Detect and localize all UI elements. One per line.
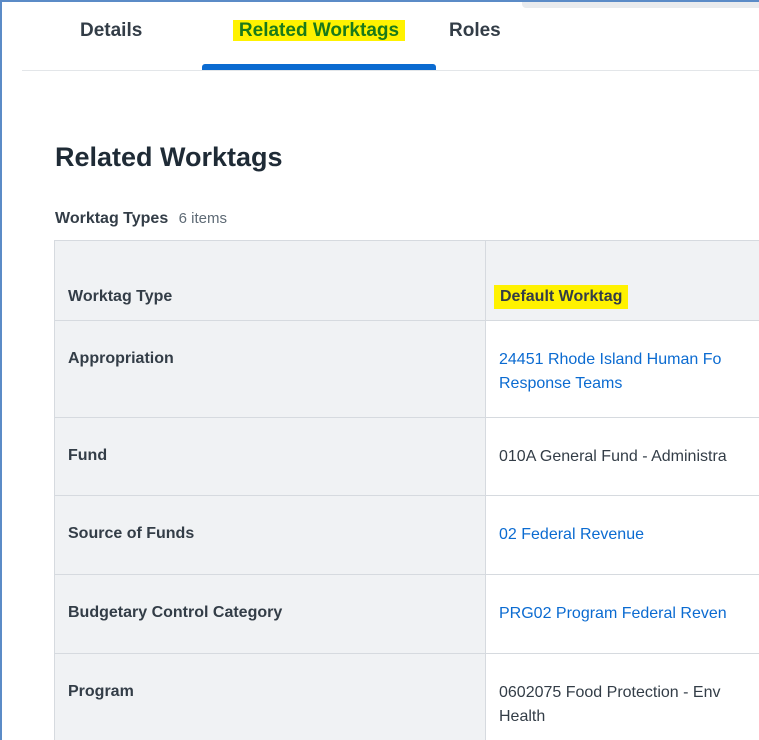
table-header-row: Worktag Type Default Worktag <box>55 241 759 321</box>
row-value-cell: PRG02 Program Federal Reven <box>486 575 759 653</box>
tab-related-worktags[interactable]: Related Worktags <box>202 20 436 42</box>
row-type-cell: Fund <box>55 418 486 495</box>
row-type-cell: Budgetary Control Category <box>55 575 486 653</box>
worktag-value-line: 0602075 Food Protection - Env <box>499 684 721 701</box>
worktag-link[interactable]: 24451 Rhode Island Human Fo Response Tea… <box>499 348 721 396</box>
row-type-label: Fund <box>68 447 108 464</box>
row-type-label: Appropriation <box>68 350 174 367</box>
worktag-value: 010A General Fund - Administra <box>499 448 727 465</box>
tab-details[interactable]: Details <box>80 20 142 42</box>
worktag-link-line: Response Teams <box>499 375 623 392</box>
column-header-worktag-type[interactable]: Worktag Type <box>55 241 486 320</box>
worktag-link[interactable]: PRG02 Program Federal Reven <box>499 602 727 626</box>
worktag-types-table: Worktag Type Default Worktag Appropriati… <box>54 240 759 740</box>
app-window: Details Related Worktags Roles Related W… <box>0 0 759 740</box>
tab-bar: Details Related Worktags Roles <box>22 2 759 71</box>
row-value-cell: 010A General Fund - Administra <box>486 418 759 495</box>
page-title: Related Worktags <box>55 142 283 172</box>
table-row: Source of Funds 02 Federal Revenue <box>55 496 759 575</box>
tab-details-label: Details <box>80 20 143 41</box>
column-header-worktag-type-label: Worktag Type <box>68 288 173 305</box>
row-type-cell: Program <box>55 654 486 740</box>
section-header: Worktag Types 6 items <box>55 210 227 228</box>
table-row: Fund 010A General Fund - Administra <box>55 418 759 496</box>
table-row: Budgetary Control Category PRG02 Program… <box>55 575 759 654</box>
worktag-value: 0602075 Food Protection - Env Health <box>499 681 720 729</box>
row-value-cell: 0602075 Food Protection - Env Health <box>486 654 759 740</box>
tab-related-worktags-label: Related Worktags <box>232 20 406 41</box>
column-header-default-worktag[interactable]: Default Worktag <box>486 241 759 320</box>
worktag-link[interactable]: 02 Federal Revenue <box>499 523 644 547</box>
tab-roles-label: Roles <box>449 20 501 41</box>
worktag-value-line: Health <box>499 708 546 725</box>
row-type-label: Source of Funds <box>68 525 195 542</box>
row-value-cell: 02 Federal Revenue <box>486 496 759 574</box>
section-title: Worktag Types <box>55 210 169 227</box>
row-type-label: Budgetary Control Category <box>68 604 283 621</box>
row-type-label: Program <box>68 683 134 700</box>
tab-roles[interactable]: Roles <box>449 20 501 42</box>
table-row: Program 0602075 Food Protection - Env He… <box>55 654 759 740</box>
item-count: 6 items <box>178 210 228 227</box>
table-row: Appropriation 24451 Rhode Island Human F… <box>55 321 759 418</box>
row-type-cell: Source of Funds <box>55 496 486 574</box>
column-header-default-worktag-label: Default Worktag <box>494 285 629 309</box>
row-type-cell: Appropriation <box>55 321 486 417</box>
active-tab-indicator <box>202 64 436 70</box>
worktag-link-line: 24451 Rhode Island Human Fo <box>499 351 722 368</box>
row-value-cell: 24451 Rhode Island Human Fo Response Tea… <box>486 321 759 417</box>
